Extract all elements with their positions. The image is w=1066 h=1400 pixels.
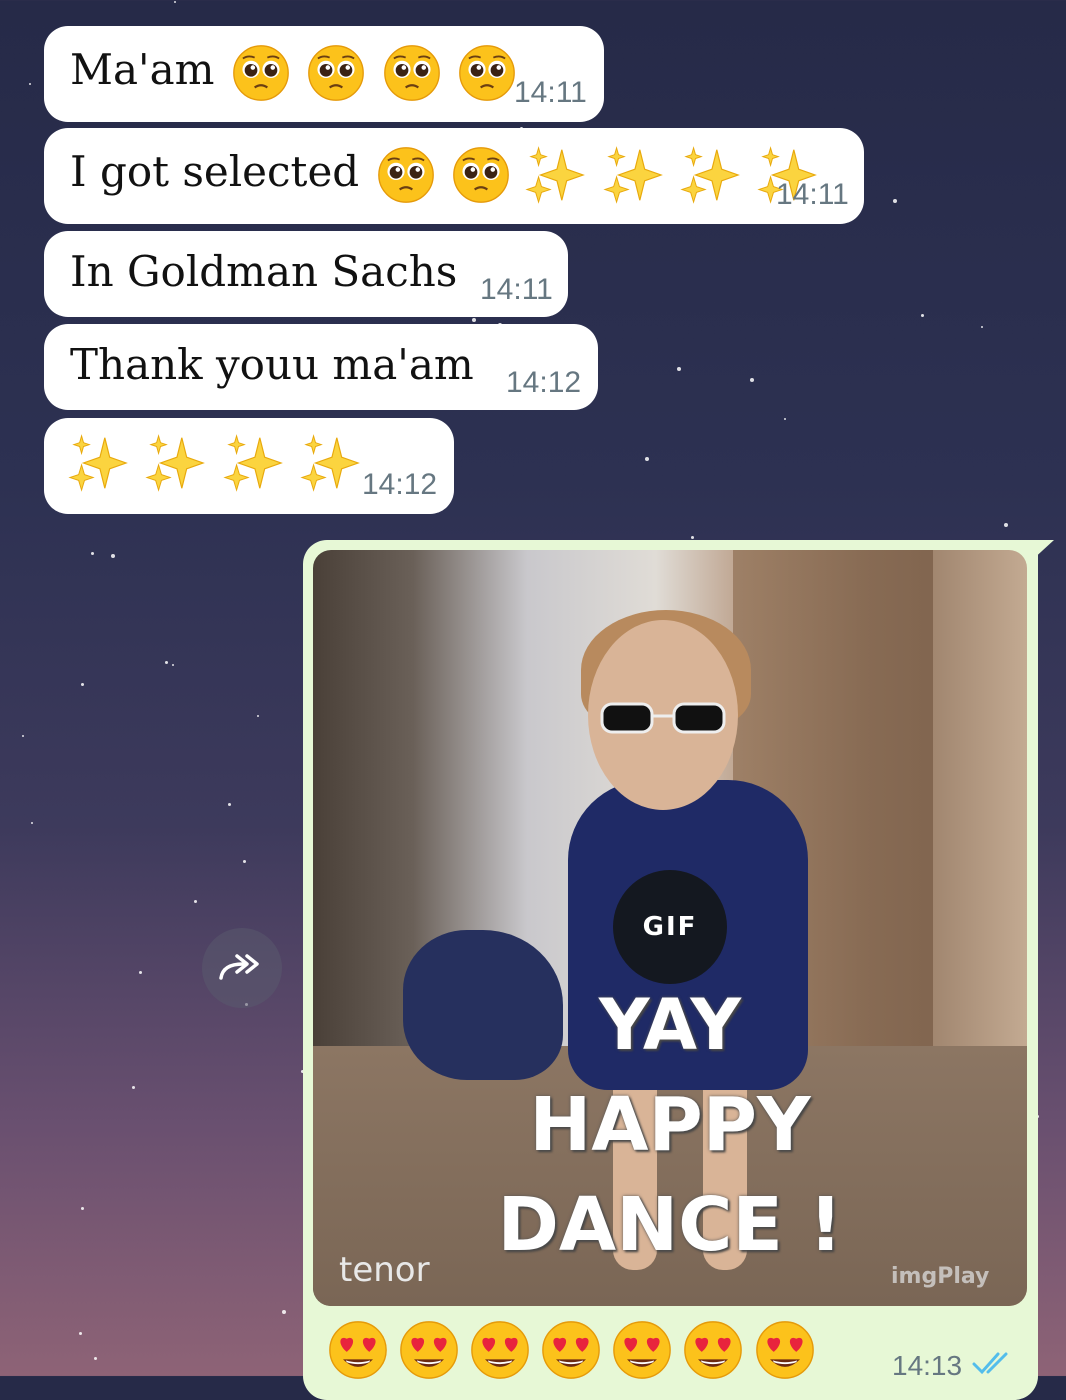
incoming-message[interactable]: Thank youu ma'am 14:12 [44,324,598,410]
pleading-face-emoji [377,146,435,204]
message-text: I got selected [70,147,360,196]
message-timestamp: 14:12 [506,366,582,399]
outgoing-emoji-row [328,1320,821,1380]
gif-play-badge[interactable]: GIF [613,870,727,984]
sunglasses-image-region [600,702,726,734]
message-timestamp: 14:13 [892,1350,963,1381]
heart-eyes-face-emoji [541,1320,601,1380]
incoming-message[interactable]: In Goldman Sachs 14:11 [44,231,568,317]
heart-eyes-face-emoji [399,1320,459,1380]
bubble-tail [1030,540,1054,562]
pleading-face-emoji [458,44,516,102]
forward-button[interactable] [202,928,282,1008]
pleading-face-emoji [232,44,290,102]
message-text: Thank youu ma'am [70,340,474,389]
message-timestamp: 14:11 [776,178,849,211]
message-text: In Goldman Sachs [70,247,458,296]
heart-eyes-face-emoji [328,1320,388,1380]
message-timestamp: 14:11 [480,273,553,306]
pleading-face-emoji [307,44,365,102]
message-timestamp: 14:11 [514,76,587,109]
sparkles-emoji [603,144,665,206]
heart-eyes-face-emoji [683,1320,743,1380]
gif-caption-line: YAY [598,984,742,1066]
message-text: Ma'am [70,45,215,94]
sparkles-emoji [300,432,362,494]
message-timestamp: 14:12 [362,468,438,501]
heart-eyes-face-emoji [470,1320,530,1380]
imgplay-watermark: imgPlay [891,1264,990,1289]
sparkles-emoji [145,432,207,494]
sparkles-emoji [68,432,130,494]
heart-eyes-face-emoji [612,1320,672,1380]
sparkles-emoji [680,144,742,206]
heart-eyes-face-emoji [755,1320,815,1380]
incoming-message[interactable]: Ma'am 14:11 [44,26,604,122]
double-check-read-icon [972,1352,1008,1375]
gif-media[interactable]: GIF YAY HAPPY DANCE ! tenor imgPlay [313,550,1027,1306]
incoming-message[interactable]: 14:12 [44,418,454,514]
incoming-message[interactable]: I got selected 14:11 [44,128,864,224]
gif-caption-line: HAPPY [529,1082,811,1168]
pleading-face-emoji [452,146,510,204]
pleading-face-emoji [383,44,441,102]
sparkles-emoji [525,144,587,206]
sparkles-emoji [223,432,285,494]
tenor-watermark: tenor [339,1250,430,1290]
forward-icon [219,954,259,980]
